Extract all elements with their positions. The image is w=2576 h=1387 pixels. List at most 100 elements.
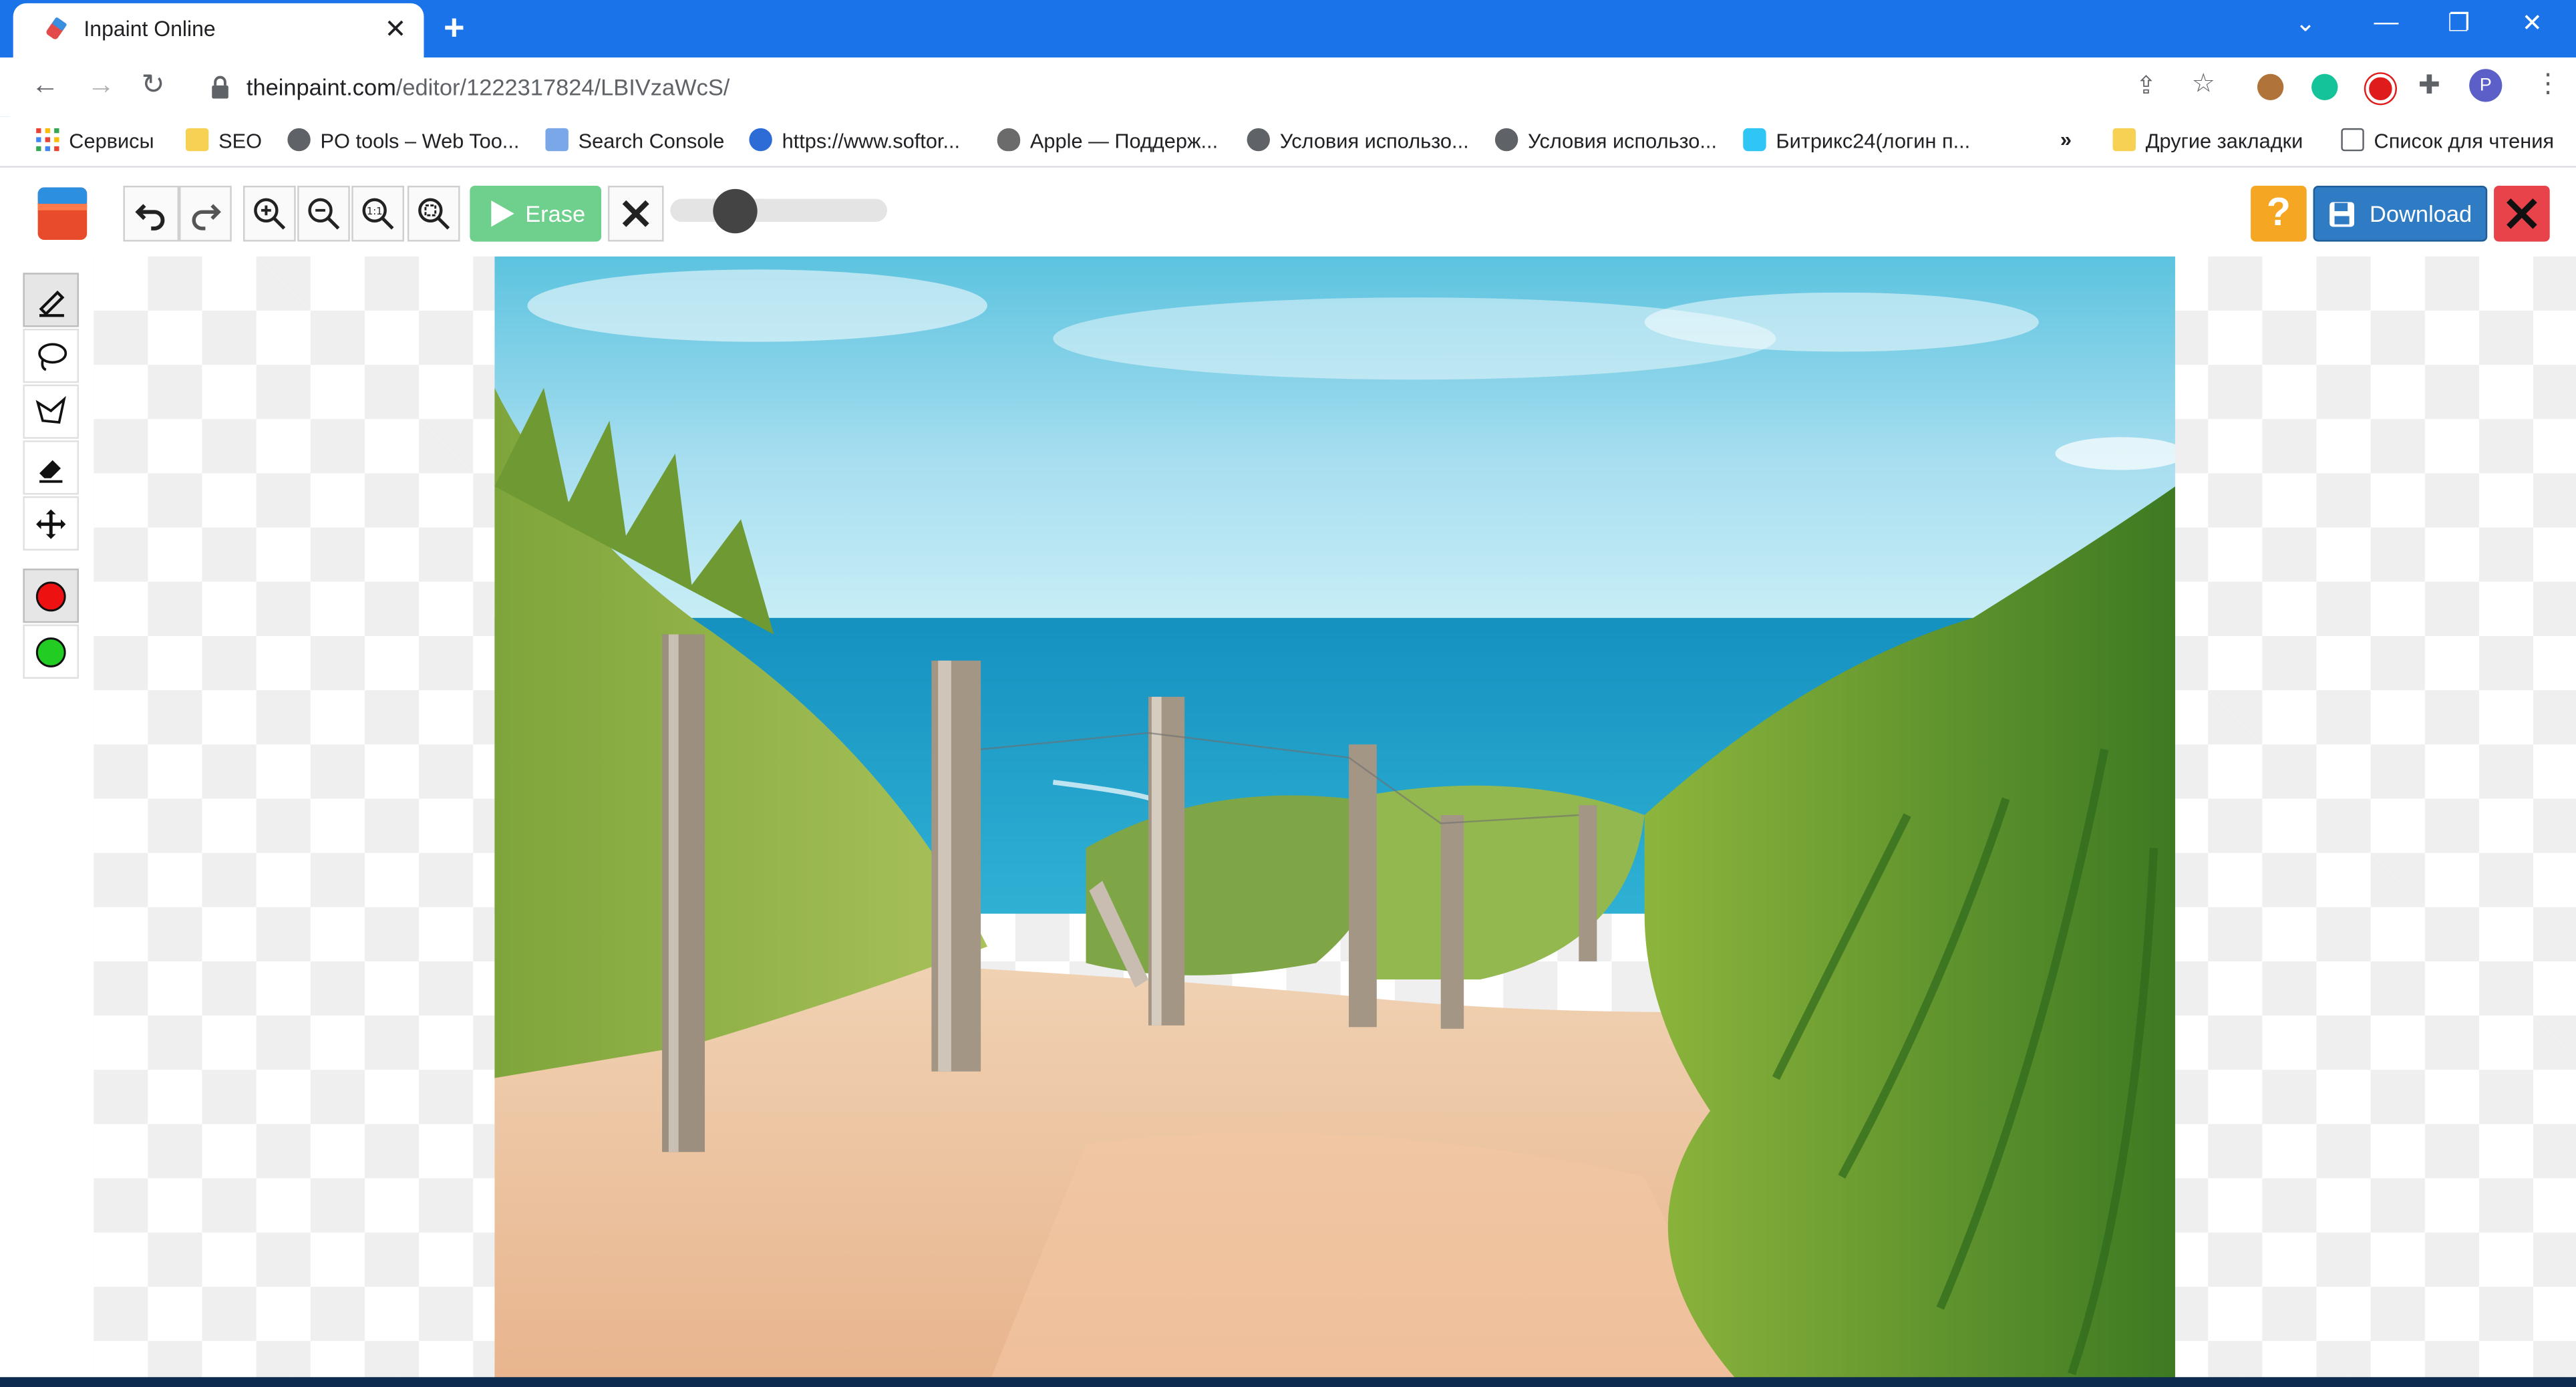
- zoom-1-1-icon: 1:1: [362, 198, 394, 230]
- bookmark-label: Битрикс24(логин п...: [1776, 130, 1971, 153]
- reading-list-icon: [2341, 128, 2364, 152]
- planet-icon: [749, 128, 772, 152]
- bookmark-terms-2[interactable]: Условия использо...: [1494, 128, 1718, 153]
- folder-icon: [2112, 128, 2136, 152]
- download-button[interactable]: Download: [2313, 185, 2488, 242]
- green-dot-icon: [35, 636, 66, 667]
- bookmark-apps[interactable]: Сервисы: [36, 128, 154, 153]
- bookmark-search-console[interactable]: Search Console: [545, 128, 724, 153]
- zoom-fit-button[interactable]: [407, 185, 460, 242]
- bookmark-star-icon[interactable]: ☆: [2192, 67, 2215, 100]
- bookmark-label: Сервисы: [69, 130, 154, 153]
- share-icon[interactable]: ⇪: [2136, 71, 2156, 100]
- globe-icon: [1494, 128, 1518, 152]
- clear-selection-button[interactable]: [607, 185, 664, 242]
- polygon-lasso-tool-button[interactable]: [23, 384, 79, 439]
- close-editor-button[interactable]: [2494, 185, 2550, 242]
- window-close-icon[interactable]: ✕: [2522, 8, 2543, 38]
- bookmark-label: Условия использо...: [1279, 130, 1469, 153]
- beach-dune-path-image: [494, 256, 2175, 1387]
- close-icon: [2507, 198, 2537, 229]
- zoom-out-icon: [308, 198, 340, 230]
- tab-strip: Inpaint Online ✕ + ⌄ — ❐ ✕: [0, 0, 2576, 58]
- os-taskbar-edge: [0, 1377, 2576, 1387]
- zoom-fit-icon: [418, 198, 450, 230]
- grammarly-extension-icon[interactable]: [2311, 73, 2338, 101]
- move-icon: [36, 508, 66, 538]
- floppy-disk-icon: [2330, 201, 2355, 226]
- bookmark-apple[interactable]: Apple — Поддерж...: [997, 128, 1218, 153]
- bookmark-label: SEO: [218, 130, 263, 153]
- green-mask-color-button[interactable]: [23, 624, 79, 679]
- redo-icon: [192, 204, 221, 230]
- undo-button[interactable]: [123, 185, 180, 242]
- download-label: Download: [2370, 200, 2472, 227]
- bookmark-label: Условия использо...: [1528, 130, 1718, 153]
- globe-icon: [1247, 128, 1270, 152]
- bookmark-bitrix24[interactable]: Битрикс24(логин п...: [1743, 128, 1970, 153]
- brush-size-slider[interactable]: [670, 198, 887, 222]
- bookmark-other[interactable]: Другие закладки: [2112, 128, 2303, 153]
- lock-icon: [212, 75, 228, 99]
- marker-tool-button[interactable]: [23, 273, 79, 327]
- eraser-tool-button[interactable]: [23, 440, 79, 495]
- bookmark-seo[interactable]: SEO: [185, 128, 263, 153]
- zoom-out-button[interactable]: [297, 185, 350, 242]
- tab-inpaint-online[interactable]: Inpaint Online ✕: [13, 3, 424, 58]
- menu-kebab-icon[interactable]: ⋮: [2535, 67, 2561, 100]
- folder-icon: [185, 128, 209, 152]
- bookmark-terms-1[interactable]: Условия использо...: [1247, 128, 1469, 153]
- navigation-bar: ← → ↻ theinpaint.com/editor/1222317824/L…: [0, 57, 2576, 117]
- editor-toolbar: 1:1 Erase ? Download: [0, 167, 2576, 257]
- redo-button[interactable]: [179, 185, 232, 242]
- erase-label: Erase: [525, 200, 586, 227]
- svg-text:1:1: 1:1: [367, 206, 383, 217]
- bookmark-label: Search Console: [578, 130, 725, 153]
- minimize-icon[interactable]: —: [2374, 8, 2399, 36]
- red-dot-icon: [35, 581, 66, 611]
- beach-photo[interactable]: [494, 256, 2175, 1387]
- move-tool-button[interactable]: [23, 496, 79, 551]
- bookmark-po-tools[interactable]: PO tools – Web Too...: [287, 128, 519, 153]
- search-console-icon: [545, 128, 569, 152]
- reload-icon[interactable]: ↻: [141, 69, 164, 102]
- bookmark-softor[interactable]: https://www.softor...: [749, 128, 960, 153]
- address-bar[interactable]: theinpaint.com/editor/1222317824/LBIVzaW…: [190, 62, 2245, 112]
- globe-icon: [287, 128, 311, 152]
- cookie-extension-icon[interactable]: [2257, 73, 2284, 101]
- play-icon: [490, 200, 514, 227]
- back-icon[interactable]: ←: [31, 69, 59, 102]
- tab-title: Inpaint Online: [84, 16, 216, 41]
- bookmark-label: https://www.softor...: [782, 130, 961, 153]
- zoom-in-icon: [254, 198, 286, 230]
- bitrix-icon: [1743, 128, 1766, 152]
- eraser-icon: [39, 459, 63, 482]
- tab-search-icon[interactable]: ⌄: [2295, 8, 2316, 38]
- inpaint-logo: [37, 187, 88, 241]
- undo-icon: [135, 204, 165, 230]
- extensions-puzzle-icon[interactable]: ✚: [2418, 69, 2440, 102]
- bookmark-label: Apple — Поддерж...: [1029, 130, 1219, 153]
- zoom-in-button[interactable]: [243, 185, 296, 242]
- marker-icon: [39, 289, 65, 317]
- profile-avatar[interactable]: P: [2469, 69, 2503, 102]
- apps-grid-icon: [36, 128, 59, 152]
- close-tab-icon[interactable]: ✕: [384, 13, 406, 46]
- zoom-actual-size-button[interactable]: 1:1: [351, 185, 404, 242]
- url-path: /editor/1222317824/LBIVzaWcS/: [395, 73, 730, 101]
- red-mask-color-button[interactable]: [23, 569, 79, 623]
- eraser-favicon-icon: [46, 17, 67, 39]
- bookmark-label: Список для чтения: [2374, 130, 2555, 153]
- new-tab-button[interactable]: +: [444, 7, 465, 49]
- apple-icon: [997, 128, 1021, 152]
- record-extension-icon[interactable]: [2366, 73, 2396, 104]
- reading-list[interactable]: Список для чтения: [2341, 128, 2554, 153]
- forward-icon[interactable]: →: [87, 69, 115, 102]
- lasso-tool-button[interactable]: [23, 328, 79, 383]
- erase-button[interactable]: Erase: [470, 185, 602, 242]
- image-canvas[interactable]: [94, 256, 2576, 1387]
- help-button[interactable]: ?: [2251, 185, 2307, 242]
- restore-icon[interactable]: ❐: [2448, 8, 2470, 38]
- bookmarks-overflow-icon[interactable]: »: [2060, 128, 2072, 151]
- url-text: theinpaint.com/editor/1222317824/LBIVzaW…: [247, 74, 730, 100]
